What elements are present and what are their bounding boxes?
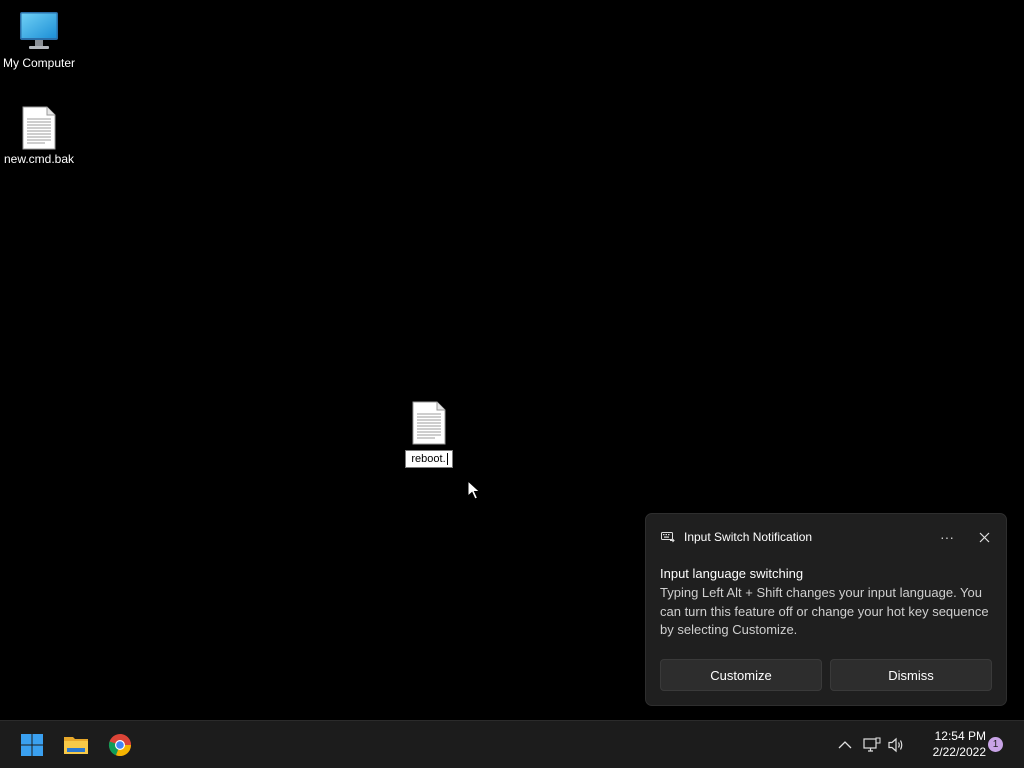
chrome-button[interactable]	[102, 727, 138, 763]
desktop-icon-label: My Computer	[2, 56, 76, 70]
volume-button[interactable]	[887, 735, 907, 755]
text-caret	[446, 453, 448, 465]
volume-icon	[888, 737, 903, 753]
desktop-icon-label: new.cmd.bak	[3, 152, 75, 166]
notification-app-name: Input Switch Notification	[684, 530, 813, 544]
taskbar: 12:54 PM 2/22/2022	[0, 720, 1024, 768]
rename-input[interactable]: reboot.	[405, 450, 453, 468]
monitor-icon	[20, 12, 58, 49]
start-button[interactable]	[14, 727, 50, 763]
notification-header: Input Switch Notification ···	[661, 529, 994, 545]
customize-button[interactable]: Customize	[660, 659, 822, 691]
rename-input-value: reboot.	[411, 453, 446, 465]
notification-body: Typing Left Alt + Shift changes your inp…	[660, 585, 989, 637]
chrome-icon	[108, 734, 132, 757]
desktop-icon-my-computer[interactable]: My Computer	[0, 10, 78, 70]
show-hidden-icons-button[interactable]	[835, 735, 855, 755]
keyboard-switch-icon	[661, 532, 675, 543]
text-file-icon	[412, 401, 446, 445]
network-button[interactable]	[862, 735, 882, 755]
clock-time: 12:54 PM	[934, 729, 986, 743]
more-options-button[interactable]: ···	[935, 527, 959, 547]
clock-date: 2/22/2022	[932, 745, 986, 759]
network-icon	[863, 737, 881, 752]
desktop-icon-new-cmd-bak[interactable]: new.cmd.bak	[0, 106, 78, 166]
mouse-pointer-icon	[467, 480, 481, 500]
file-explorer-button[interactable]	[58, 727, 94, 763]
clock[interactable]: 12:54 PM 2/22/2022	[912, 728, 986, 760]
windows-start-icon	[21, 734, 43, 756]
chevron-up-icon	[838, 741, 852, 749]
desktop-icon-renaming[interactable]: reboot.	[390, 401, 468, 468]
close-notification-button[interactable]	[974, 527, 994, 547]
file-explorer-icon	[64, 737, 88, 754]
notification-center-badge[interactable]: 1	[988, 737, 1003, 752]
text-file-icon	[22, 106, 56, 150]
notification-toast[interactable]: Input Switch Notification ··· Input lang…	[645, 513, 1007, 706]
dismiss-button[interactable]: Dismiss	[830, 659, 992, 691]
notification-title: Input language switching	[660, 566, 804, 581]
close-icon	[979, 532, 989, 542]
